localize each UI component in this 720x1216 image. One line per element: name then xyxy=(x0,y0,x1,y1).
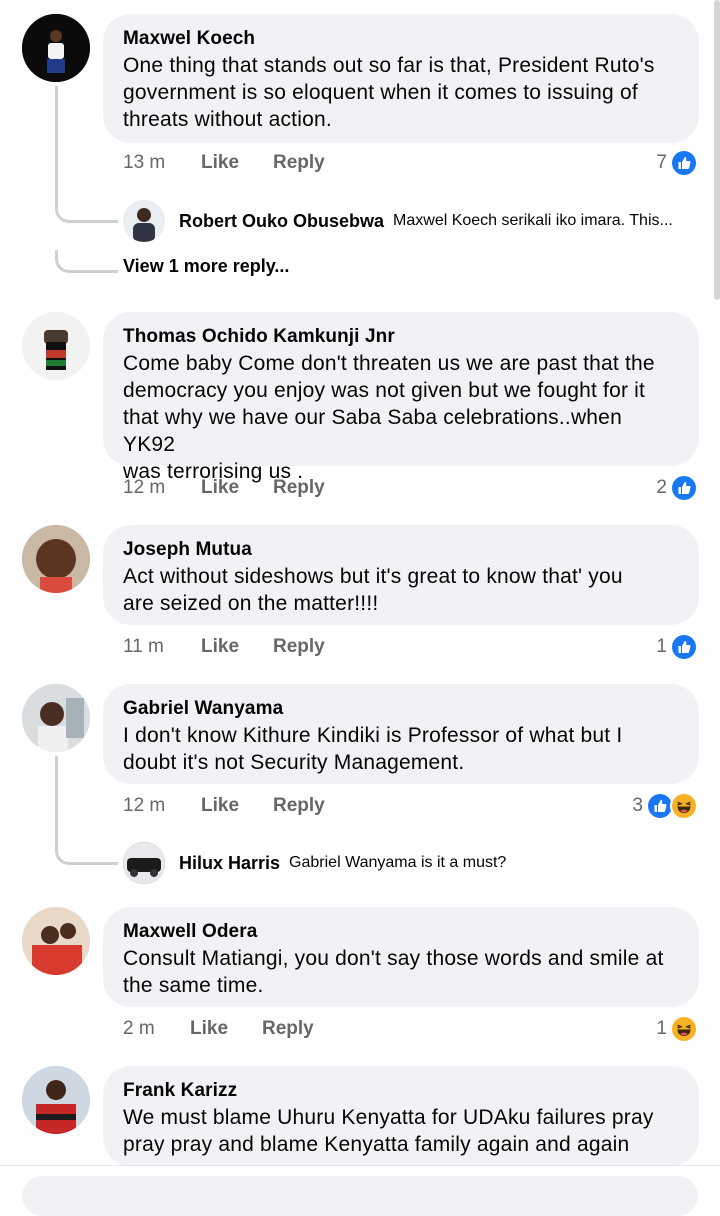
like-button[interactable]: Like xyxy=(190,1018,228,1040)
comment-time[interactable]: 12 m xyxy=(123,477,165,499)
comment-author[interactable]: Maxwel Koech xyxy=(123,26,679,52)
reply-button[interactable]: Reply xyxy=(273,152,325,174)
thread-line xyxy=(55,756,58,846)
like-button[interactable]: Like xyxy=(201,152,239,174)
reaction-summary[interactable]: 7 xyxy=(656,148,698,178)
like-button[interactable]: Like xyxy=(201,636,239,658)
comment-bubble[interactable]: Joseph Mutua Act without sideshows but i… xyxy=(103,525,699,625)
haha-icon xyxy=(670,792,698,820)
reply-preview[interactable]: Robert Ouko Obusebwa Maxwel Koech serika… xyxy=(123,199,703,243)
reaction-summary[interactable]: 2 xyxy=(656,473,698,503)
comment-author[interactable]: Maxwell Odera xyxy=(123,919,679,945)
reply-author[interactable]: Hilux Harris xyxy=(179,853,280,874)
avatar[interactable] xyxy=(22,312,90,380)
reply-button[interactable]: Reply xyxy=(273,477,325,499)
comment-text: Act without sideshows but it's great to … xyxy=(123,565,623,615)
avatar[interactable] xyxy=(22,525,90,593)
reply-preview[interactable]: Hilux Harris Gabriel Wanyama is it a mus… xyxy=(123,841,703,885)
reply-text: Gabriel Wanyama is it a must? xyxy=(289,854,507,871)
reaction-summary[interactable]: 1 xyxy=(656,632,698,662)
comment-text: I don't know Kithure Kindiki is Professo… xyxy=(123,724,623,774)
comment-bubble[interactable]: Frank Karizz We must blame Uhuru Kenyatt… xyxy=(103,1066,699,1166)
reply-connector xyxy=(55,842,118,865)
reaction-count: 2 xyxy=(656,477,667,498)
reaction-summary[interactable]: 1 xyxy=(656,1014,698,1044)
comment-bubble[interactable]: Maxwell Odera Consult Matiangi, you don'… xyxy=(103,907,699,1007)
reply-text: Maxwel Koech serikali iko imara. This... xyxy=(393,212,673,229)
reply-author[interactable]: Robert Ouko Obusebwa xyxy=(179,211,384,232)
comment-input[interactable] xyxy=(22,1176,698,1216)
reply-button[interactable]: Reply xyxy=(273,795,325,817)
comment-text: Come baby Come don't threaten us we are … xyxy=(123,352,655,483)
reply-button[interactable]: Reply xyxy=(273,636,325,658)
scrollbar[interactable] xyxy=(714,0,720,300)
comment-time[interactable]: 11 m xyxy=(123,636,164,658)
comment-time[interactable]: 13 m xyxy=(123,152,165,174)
comment-time[interactable]: 12 m xyxy=(123,795,165,817)
comment-time[interactable]: 2 m xyxy=(123,1018,155,1040)
haha-icon xyxy=(670,1015,698,1043)
comment-author[interactable]: Frank Karizz xyxy=(123,1078,679,1104)
thread-line xyxy=(55,86,58,206)
like-icon xyxy=(670,149,698,177)
like-button[interactable]: Like xyxy=(201,795,239,817)
comment-text: We must blame Uhuru Kenyatta for UDAku f… xyxy=(123,1106,654,1156)
avatar[interactable] xyxy=(123,842,165,884)
view-more-replies-link[interactable]: View 1 more reply... xyxy=(123,256,289,277)
reaction-summary[interactable]: 3 xyxy=(632,791,698,821)
comment-composer-bar xyxy=(0,1165,720,1216)
reaction-count: 1 xyxy=(656,1018,667,1039)
comment-author[interactable]: Joseph Mutua xyxy=(123,537,679,563)
reaction-count: 3 xyxy=(632,795,643,816)
reaction-count: 7 xyxy=(656,152,667,173)
reply-button[interactable]: Reply xyxy=(262,1018,314,1040)
comment-text: One thing that stands out so far is that… xyxy=(123,54,655,131)
comment-bubble[interactable]: Thomas Ochido Kamkunji Jnr Come baby Com… xyxy=(103,312,699,483)
reply-connector xyxy=(55,200,118,223)
like-button[interactable]: Like xyxy=(201,477,239,499)
like-icon xyxy=(670,633,698,661)
avatar[interactable] xyxy=(22,14,90,82)
avatar[interactable] xyxy=(22,684,90,752)
reply-connector xyxy=(55,250,118,273)
comment-author[interactable]: Gabriel Wanyama xyxy=(123,696,679,722)
comment-bubble[interactable]: Maxwel Koech One thing that stands out s… xyxy=(103,14,699,143)
comment-author[interactable]: Thomas Ochido Kamkunji Jnr xyxy=(123,324,679,350)
avatar[interactable] xyxy=(123,200,165,242)
avatar[interactable] xyxy=(22,1066,90,1134)
comment-text: Consult Matiangi, you don't say those wo… xyxy=(123,947,664,997)
avatar[interactable] xyxy=(22,907,90,975)
comment-bubble[interactable]: Gabriel Wanyama I don't know Kithure Kin… xyxy=(103,684,699,784)
reaction-count: 1 xyxy=(656,636,667,657)
like-icon xyxy=(670,474,698,502)
